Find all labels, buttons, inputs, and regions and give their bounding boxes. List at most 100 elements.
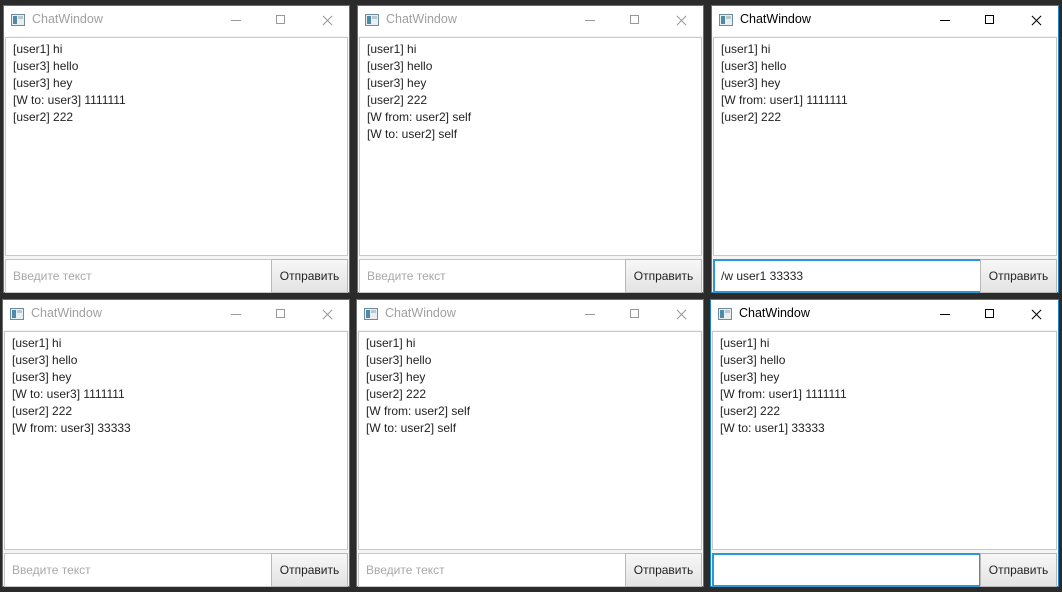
chat-log[interactable]: [user1] hi [user3] hello [user3] hey [W fro… [713,37,1057,256]
chat-message: [user3] hey [367,76,427,90]
message-input-placeholder: Введите текст [366,563,445,577]
chat-window: ChatWindow [user1] hi [user3] hello [user3]… [711,5,1059,293]
window-title: ChatWindow [385,306,456,320]
chat-message: [user2] 222 [721,110,782,124]
chat-log[interactable]: [user1] hi [user3] hello [user3] hey [W to:… [4,331,348,550]
chat-message: [user3] hey [12,370,72,384]
close-button[interactable] [1013,300,1058,330]
message-input[interactable]: Введите текст [359,259,628,293]
close-button[interactable] [658,6,703,36]
chat-message: [W to: user2] self [367,127,458,141]
message-input[interactable]: Введите текст [358,553,627,587]
chat-message: [user1] hi [720,336,770,350]
close-button[interactable] [304,6,349,36]
chat-message: [user2] 222 [12,404,73,418]
title-bar[interactable]: ChatWindow [4,6,349,36]
chat-message: [user3] hey [366,370,426,384]
send-button[interactable]: Отправить [271,259,348,293]
app-icon [364,308,378,320]
chat-message: [user3] hey [721,76,781,90]
app-icon [718,308,732,320]
maximize-icon [276,309,285,318]
chat-message: [user1] hi [721,42,771,56]
minimize-button[interactable] [923,6,968,36]
maximize-button[interactable] [968,300,1013,330]
window-title: ChatWindow [739,306,810,320]
message-input-value: /w user1 33333 [721,269,804,283]
message-input-placeholder: Введите текст [12,563,91,577]
app-icon [11,14,25,26]
chat-log[interactable]: [user1] hi [user3] hello [user3] hey [W to:… [5,37,348,256]
message-input[interactable]: /w user1 33333 [713,259,982,293]
chat-message: [user1] hi [366,336,416,350]
maximize-icon [276,15,285,24]
maximize-icon [630,309,639,318]
window-title: ChatWindow [386,12,457,26]
message-input[interactable]: Введите текст [4,553,273,587]
maximize-button[interactable] [259,300,304,330]
title-bar[interactable]: ChatWindow [712,6,1058,36]
chat-message: [W from: user2] self [367,110,472,124]
send-button[interactable]: Отправить [625,259,702,293]
chat-message: [user3] hello [13,59,79,73]
title-bar[interactable]: ChatWindow [358,6,703,36]
minimize-button[interactable] [568,300,613,330]
maximize-button[interactable] [613,6,658,36]
message-input[interactable] [712,553,981,587]
app-icon [719,14,733,26]
minimize-button[interactable] [214,6,259,36]
chat-message: [user2] 222 [13,110,74,124]
title-bar[interactable]: ChatWindow [711,300,1058,330]
maximize-icon [630,15,639,24]
chat-message: [user1] hi [12,336,62,350]
maximize-button[interactable] [613,300,658,330]
chat-message: [user1] hi [13,42,63,56]
close-button[interactable] [658,300,703,330]
minimize-icon [231,314,241,315]
send-button[interactable]: Отправить [625,553,702,587]
message-input[interactable]: Введите текст [5,259,274,293]
send-button[interactable]: Отправить [271,553,348,587]
chat-message: [W from: user3] 33333 [12,421,131,435]
chat-log[interactable]: [user1] hi [user3] hello [user3] hey [W fro… [712,331,1057,550]
chat-message: [user3] hello [12,353,78,367]
send-button[interactable]: Отправить [980,259,1057,293]
chat-message: [user1] hi [367,42,417,56]
message-input-placeholder: Введите текст [367,269,446,283]
maximize-button[interactable] [259,6,304,36]
chat-message: [user3] hello [721,59,787,73]
minimize-icon [585,314,595,315]
title-bar[interactable]: ChatWindow [357,300,703,330]
maximize-icon [985,309,994,318]
chat-message: [W to: user3] 1111111 [13,93,126,107]
maximize-icon [985,15,994,24]
minimize-icon [940,20,950,21]
chat-log[interactable]: [user1] hi [user3] hello [user3] hey [user2… [358,331,702,550]
chat-message: [W from: user1] 1111111 [721,93,848,107]
chat-log[interactable]: [user1] hi [user3] hello [user3] hey [user2… [359,37,702,256]
app-icon [10,308,24,320]
minimize-button[interactable] [923,300,968,330]
chat-message: [W from: user1] 1111111 [720,387,847,401]
close-button[interactable] [1013,6,1058,36]
app-icon [365,14,379,26]
chat-message: [user2] 222 [720,404,781,418]
chat-window: ChatWindow [user1] hi [user3] hello [user3]… [3,5,350,293]
chat-message: [W to: user1] 33333 [720,421,825,435]
title-bar[interactable]: ChatWindow [3,300,349,330]
minimize-icon [231,20,241,21]
maximize-button[interactable] [968,6,1013,36]
message-input-placeholder: Введите текст [13,269,92,283]
chat-message: [user3] hey [720,370,780,384]
chat-window: ChatWindow [user1] hi [user3] hello [user3]… [710,299,1059,587]
window-title: ChatWindow [32,12,103,26]
chat-message: [user3] hello [367,59,433,73]
send-button[interactable]: Отправить [980,553,1057,587]
minimize-button[interactable] [214,300,259,330]
minimize-icon [585,20,595,21]
minimize-button[interactable] [568,6,613,36]
close-button[interactable] [304,300,349,330]
chat-message: [user2] 222 [367,93,428,107]
chat-message: [W to: user2] self [366,421,457,435]
chat-message: [W from: user2] self [366,404,471,418]
